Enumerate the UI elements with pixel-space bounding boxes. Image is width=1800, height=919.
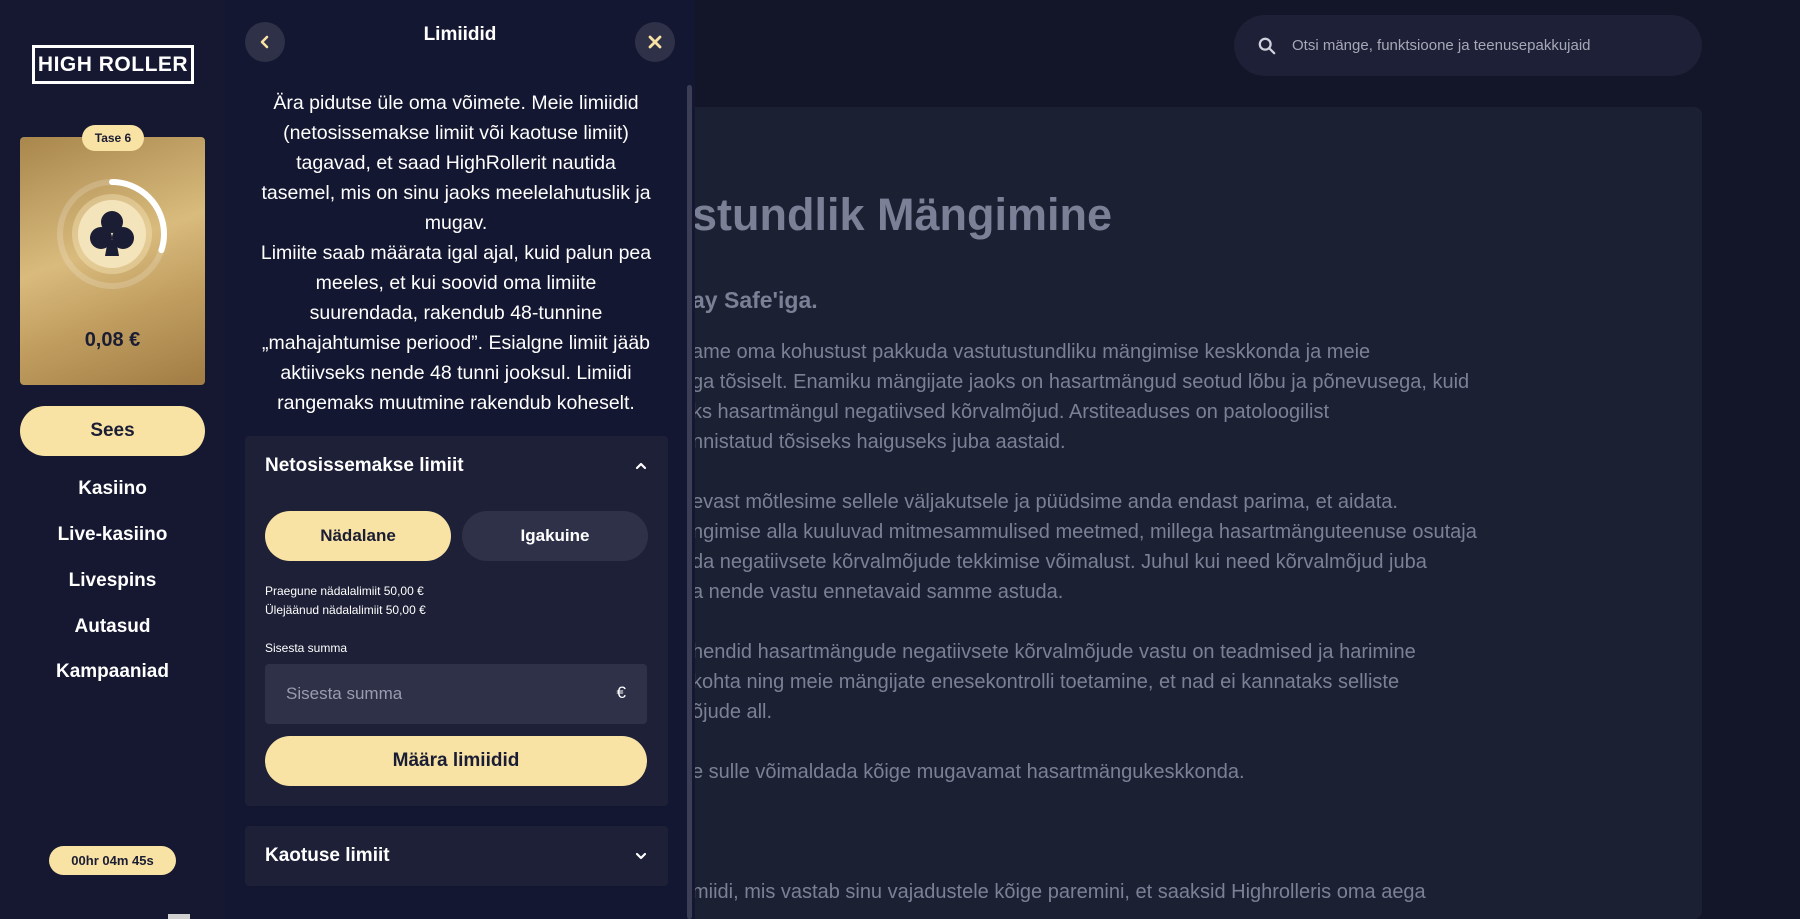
loss-limit-section: Kaotuse limiit <box>245 826 668 886</box>
session-timer: 00hr 04m 45s <box>49 846 176 875</box>
amount-field[interactable]: € <box>265 664 647 724</box>
logged-in-button[interactable]: Sees <box>20 406 205 456</box>
deposit-limit-header[interactable]: Netosissemakse limiit <box>245 436 668 496</box>
nav-live-kasiino[interactable]: Live-kasiino <box>0 524 225 546</box>
loss-limit-header[interactable]: Kaotuse limiit <box>245 826 668 886</box>
modal-scrollbar[interactable] <box>687 85 692 919</box>
sidebar: HIGH ROLLER Tase 6 0,08 € Sees Kasiino L… <box>0 0 225 919</box>
page-body: ame oma kohustust pakkuda vastutustundli… <box>692 337 1572 919</box>
deposit-limit-title: Netosissemakse limiit <box>265 455 464 476</box>
chevron-down-icon <box>635 852 647 860</box>
paragraph-2: evast mõtlesime sellele väljakutsele ja … <box>692 491 1477 603</box>
limits-description: Ära pidutse üle oma võimete. Meie limiid… <box>260 92 652 414</box>
level-badge: Tase 6 <box>82 125 144 151</box>
limits-modal: Limiidid Ära pidutse üle oma võimete. Me… <box>225 0 695 919</box>
loss-limit-title: Kaotuse limiit <box>265 845 390 866</box>
nav-kampaaniad[interactable]: Kampaaniad <box>0 661 225 683</box>
paragraph-5: miidi, mis vastab sinu vajadustele kõige… <box>692 881 1426 903</box>
page-subtitle: ay Safe'iga. <box>692 287 818 313</box>
responsible-gaming-content: stundlik Mängimine ay Safe'iga. ame oma … <box>640 107 1702 919</box>
search-placeholder: Otsi mänge, funktsioone ja teenusepakkuj… <box>1292 37 1591 54</box>
set-limits-button[interactable]: Määra limiidid <box>265 736 647 786</box>
paragraph-1: ame oma kohustust pakkuda vastutustundli… <box>692 341 1470 453</box>
balance-amount: 0,08 € <box>84 329 141 351</box>
nav-kasiino[interactable]: Kasiino <box>0 478 225 500</box>
period-weekly-button[interactable]: Nädalane <box>265 511 451 561</box>
logo[interactable]: HIGH ROLLER <box>32 45 194 84</box>
menu-toggle[interactable] <box>168 914 190 919</box>
remaining-limit-text: Ülejäänud nädalalimiit 50,00 € <box>265 603 426 617</box>
page-title: stundlik Mängimine <box>692 189 1113 240</box>
current-limit-text: Praegune nädalalimiit 50,00 € <box>265 584 424 598</box>
level-card[interactable]: Tase 6 0,08 € <box>20 125 205 385</box>
currency-symbol: € <box>616 683 626 702</box>
search-bar[interactable]: Otsi mänge, funktsioone ja teenusepakkuj… <box>1234 15 1702 76</box>
nav-autasud[interactable]: Autasud <box>0 616 225 638</box>
paragraph-4: e sulle võimaldada kõige mugavamat hasar… <box>692 761 1245 783</box>
close-button[interactable] <box>635 22 675 62</box>
nav-livespins[interactable]: Livespins <box>0 570 225 592</box>
deposit-limit-section: Netosissemakse limiit Nädalane Igakuine … <box>245 436 668 806</box>
search-icon <box>1258 37 1276 54</box>
amount-label: Sisesta summa <box>265 641 348 655</box>
amount-input[interactable] <box>265 664 647 724</box>
level-progress-ring <box>57 179 167 289</box>
chevron-up-icon <box>635 462 647 470</box>
modal-title: Limiidid <box>423 24 497 45</box>
close-icon <box>648 35 662 49</box>
period-monthly-button[interactable]: Igakuine <box>462 511 648 561</box>
paragraph-3: hendid hasartmängude negatiivsete kõrval… <box>692 641 1416 723</box>
